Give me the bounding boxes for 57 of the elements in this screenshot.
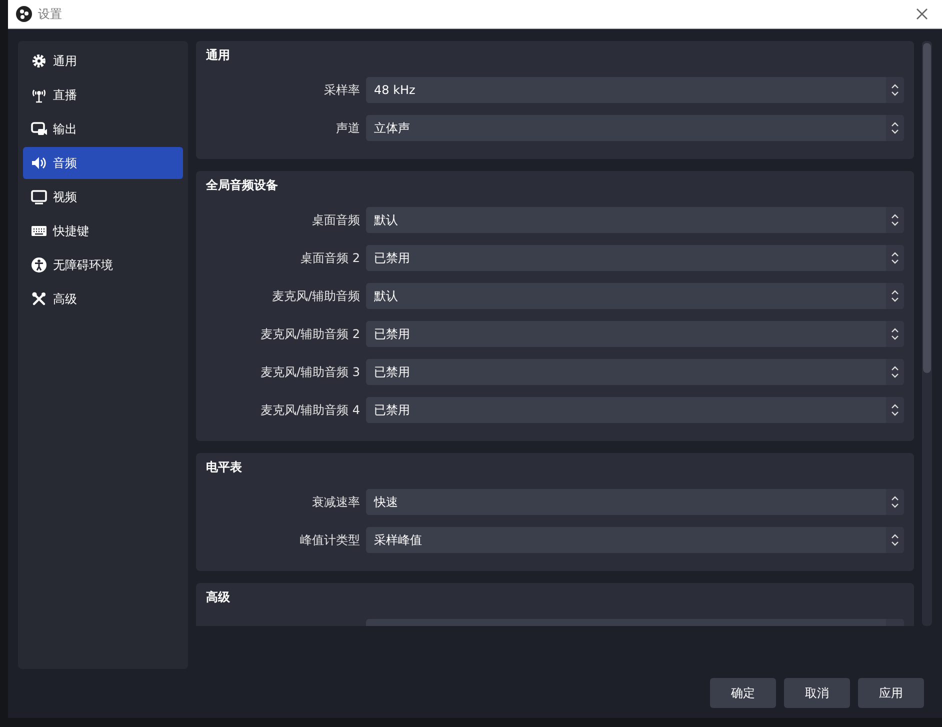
- up-down-arrows-icon: [891, 289, 899, 303]
- sidebar-item[interactable]: 输出: [23, 113, 183, 145]
- field-label: 桌面音频 2: [300, 250, 361, 266]
- up-down-arrows-icon: [891, 403, 899, 417]
- field-label: 麦克风/辅助音频: [270, 288, 361, 304]
- dialog-button[interactable]: 应用: [858, 678, 924, 708]
- window-title: 设置: [38, 6, 63, 22]
- field-label: 峰值计类型: [299, 532, 361, 548]
- dropdown[interactable]: 48 kHz: [366, 77, 904, 103]
- sidebar-item[interactable]: 通用: [23, 45, 183, 77]
- up-down-arrows-icon: [891, 251, 899, 265]
- speaker-icon: [32, 157, 46, 169]
- up-down-arrows-icon: [891, 213, 899, 227]
- field-label: 麦克风/辅助音频 2: [260, 326, 361, 342]
- group-title: 通用: [206, 47, 231, 64]
- dropdown[interactable]: 已禁用: [366, 321, 904, 347]
- up-down-arrows-icon: [891, 533, 899, 547]
- dropdown[interactable]: 默认: [366, 207, 904, 233]
- scrollbar[interactable]: [922, 41, 932, 626]
- gear-icon: [32, 54, 46, 68]
- field-label: 桌面音频: [311, 212, 361, 228]
- up-down-arrows-icon: [891, 83, 899, 97]
- up-down-arrows-icon: [891, 121, 899, 135]
- keyboard-icon: [32, 226, 46, 236]
- app-logo-icon: [16, 6, 32, 22]
- dropdown[interactable]: 默认: [366, 283, 904, 309]
- accessibility-icon: [32, 258, 46, 272]
- group-title: 全局音频设备: [206, 177, 279, 194]
- dropdown[interactable]: 已禁用: [366, 397, 904, 423]
- up-down-arrows-icon: [891, 365, 899, 379]
- sidebar-item[interactable]: 高级: [23, 283, 183, 315]
- sidebar-item[interactable]: 无障碍环境: [23, 249, 183, 281]
- field-label: 衰减速率: [311, 494, 361, 510]
- dropdown[interactable]: 已禁用: [366, 359, 904, 385]
- dropdown[interactable]: 快速: [366, 489, 904, 515]
- dropdown[interactable]: 立体声: [366, 115, 904, 141]
- up-down-arrows-icon: [891, 495, 899, 509]
- sidebar-item[interactable]: 直播: [23, 79, 183, 111]
- group-title: 高级: [206, 589, 231, 606]
- monitor-icon: [31, 190, 47, 204]
- dialog-button[interactable]: 取消: [784, 678, 850, 708]
- field-label: 麦克风/辅助音频 4: [260, 402, 361, 418]
- dropdown[interactable]: 已禁用: [366, 245, 904, 271]
- sidebar-item[interactable]: 视频: [23, 181, 183, 213]
- group-title: 电平表: [206, 459, 243, 476]
- sidebar-item[interactable]: 快捷键: [23, 215, 183, 247]
- screen-camera-icon: [31, 122, 47, 135]
- close-icon: [916, 8, 928, 20]
- antenna-icon: [32, 89, 46, 103]
- dropdown[interactable]: 采样峰值: [366, 527, 904, 553]
- field-label: 麦克风/辅助音频 3: [260, 364, 361, 380]
- dialog-button[interactable]: 确定: [710, 678, 776, 708]
- up-down-arrows-icon: [891, 327, 899, 341]
- field-label: 声道: [335, 120, 361, 136]
- tools-icon: [32, 292, 46, 306]
- field-label: 采样率: [323, 82, 361, 98]
- sidebar-item[interactable]: 音频: [23, 147, 183, 179]
